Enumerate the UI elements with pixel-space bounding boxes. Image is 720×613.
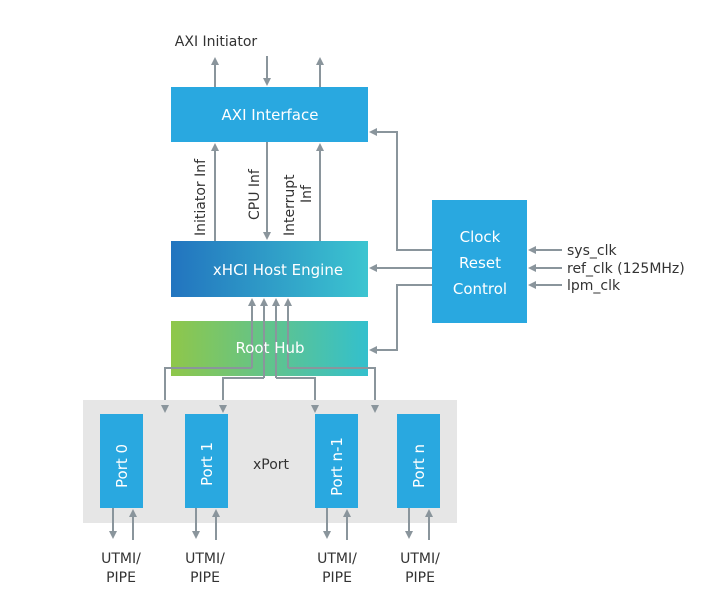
lpm-clk-label: lpm_clk [567, 278, 621, 294]
svg-text:PIPE: PIPE [190, 570, 220, 586]
xhci-host-engine-label: xHCI Host Engine [213, 261, 343, 279]
port-0: Port 0 UTMI/ PIPE [100, 414, 143, 586]
port-n-1-label: Port n-1 [328, 437, 346, 496]
svg-text:PIPE: PIPE [405, 570, 435, 586]
interrupt-inf-label-1: Interrupt [282, 174, 298, 236]
axi-interface-label: AXI Interface [222, 106, 319, 124]
cpu-inf-label: CPU Inf [247, 168, 263, 220]
reset-label: Reset [459, 254, 501, 272]
interrupt-inf-label-2: Inf [299, 184, 315, 203]
port-n-label: Port n [410, 444, 428, 488]
svg-text:UTMI/: UTMI/ [400, 551, 440, 567]
control-label: Control [453, 280, 507, 298]
axi-initiator-label: AXI Initiator [175, 34, 258, 50]
svg-text:PIPE: PIPE [106, 570, 136, 586]
clock-label: Clock [460, 228, 501, 246]
usb-host-block-diagram: AXI Initiator AXI Interface Initiator In… [83, 34, 685, 586]
ref-clk-label: ref_clk (125MHz) [567, 261, 685, 277]
sys-clk-label: sys_clk [567, 243, 617, 259]
port-n-1: Port n-1 UTMI/ PIPE [315, 414, 358, 586]
svg-text:PIPE: PIPE [322, 570, 352, 586]
port-1-label: Port 1 [198, 442, 216, 486]
port-n: Port n UTMI/ PIPE [397, 414, 440, 586]
svg-text:UTMI/: UTMI/ [101, 551, 141, 567]
svg-text:UTMI/: UTMI/ [317, 551, 357, 567]
svg-text:UTMI/: UTMI/ [185, 551, 225, 567]
xport-label: xPort [253, 457, 290, 473]
axi-initiator-arrows [211, 56, 324, 87]
port-1: Port 1 UTMI/ PIPE [185, 414, 228, 586]
root-hub-label: Root Hub [235, 339, 304, 357]
initiator-inf-label: Initiator Inf [193, 158, 209, 236]
port-0-label: Port 0 [113, 444, 131, 488]
